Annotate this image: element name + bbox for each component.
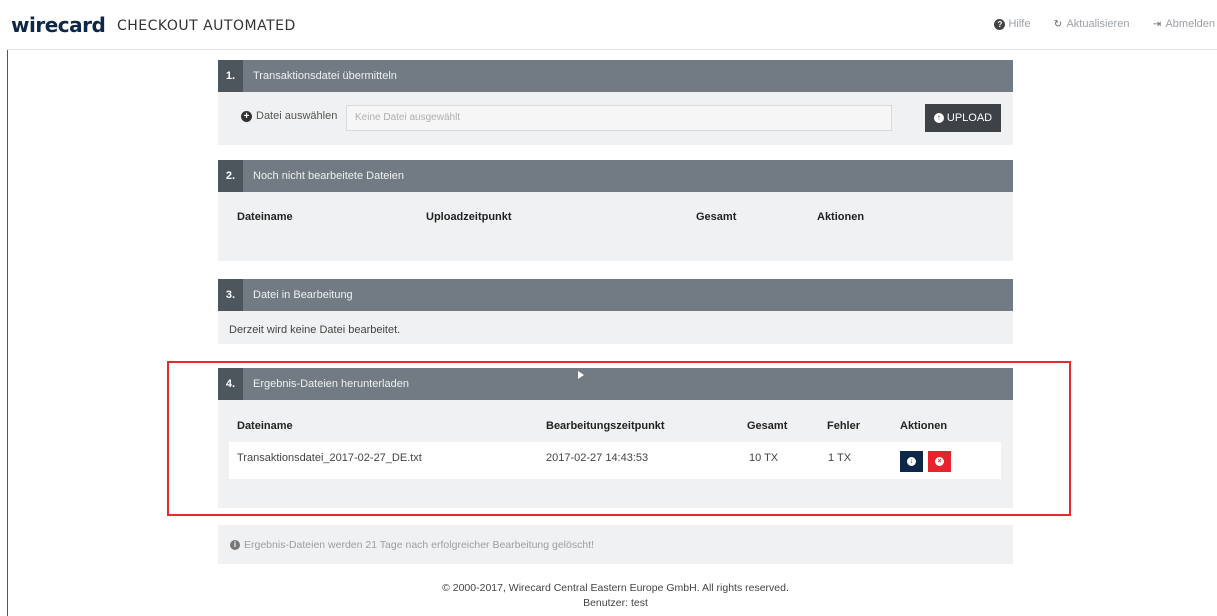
column-header-upload-time: Uploadzeitpunkt: [426, 211, 512, 223]
file-name-field[interactable]: Keine Datei ausgewählt: [346, 105, 892, 131]
refresh-icon: ↻: [1053, 18, 1063, 30]
upload-button[interactable]: ↑ UPLOAD: [925, 104, 1001, 132]
unprocessed-files-panel: 2. Noch nicht bearbeitete Dateien Datein…: [218, 160, 1013, 261]
footer: © 2000-2017, Wirecard Central Eastern Eu…: [218, 581, 1013, 611]
panel-header: 1. Transaktionsdatei übermitteln: [218, 60, 1013, 92]
column-header-filename: Dateiname: [237, 211, 293, 223]
panel-title: Transaktionsdatei übermitteln: [253, 70, 397, 82]
column-header-total: Gesamt: [696, 211, 737, 223]
help-label: Hilfe: [1008, 18, 1031, 30]
choose-file-button[interactable]: + Datei auswählen: [241, 110, 337, 122]
top-nav: ? Hilfe ↻ Aktualisieren ⇥ Abmelden: [972, 18, 1217, 30]
processing-status-text: Derzeit wird keine Datei bearbeitet.: [229, 324, 401, 336]
upload-icon: ↑: [933, 113, 944, 123]
panel-number: 3.: [218, 279, 243, 311]
user-text: Benutzer: test: [583, 597, 648, 609]
logout-link[interactable]: ⇥ Abmelden: [1151, 18, 1215, 30]
help-icon: ?: [994, 18, 1006, 30]
refresh-link[interactable]: ↻ Aktualisieren: [1052, 18, 1130, 30]
copyright-text: © 2000-2017, Wirecard Central Eastern Eu…: [442, 582, 789, 594]
logout-icon: ⇥: [1152, 18, 1162, 30]
upload-label: UPLOAD: [946, 112, 993, 124]
upload-panel: 1. Transaktionsdatei übermitteln + Datei…: [218, 60, 1013, 145]
file-row: + Datei auswählen Keine Datei ausgewählt…: [238, 104, 1001, 132]
logout-label: Abmelden: [1165, 18, 1215, 30]
processing-panel: 3. Datei in Bearbeitung Derzeit wird kei…: [218, 279, 1013, 344]
column-header-actions: Aktionen: [817, 211, 865, 223]
panel-header: 2. Noch nicht bearbeitete Dateien: [218, 160, 1013, 192]
panel-number: 1.: [218, 60, 243, 92]
wirecard-logo[interactable]: wirecard: [11, 13, 106, 37]
highlight-box: [167, 361, 1071, 516]
refresh-label: Aktualisieren: [1066, 18, 1130, 30]
info-notice: i Ergebnis-Dateien werden 21 Tage nach e…: [218, 525, 1013, 564]
info-icon: i: [230, 539, 240, 550]
app-title: CHECKOUT AUTOMATED: [117, 18, 296, 34]
choose-file-label: Datei auswählen: [256, 110, 338, 122]
panel-header: 3. Datei in Bearbeitung: [218, 279, 1013, 311]
plus-circle-icon: +: [241, 110, 252, 122]
help-link[interactable]: ? Hilfe: [994, 18, 1030, 30]
top-bar: wirecard CHECKOUT AUTOMATED ? Hilfe ↻ Ak…: [7, 0, 1217, 50]
info-text: Ergebnis-Dateien werden 21 Tage nach erf…: [244, 538, 595, 551]
panel-title: Noch nicht bearbeitete Dateien: [253, 170, 405, 182]
panel-title: Datei in Bearbeitung: [253, 289, 353, 301]
panel-number: 2.: [218, 160, 243, 192]
mouse-cursor-icon: [578, 371, 584, 379]
